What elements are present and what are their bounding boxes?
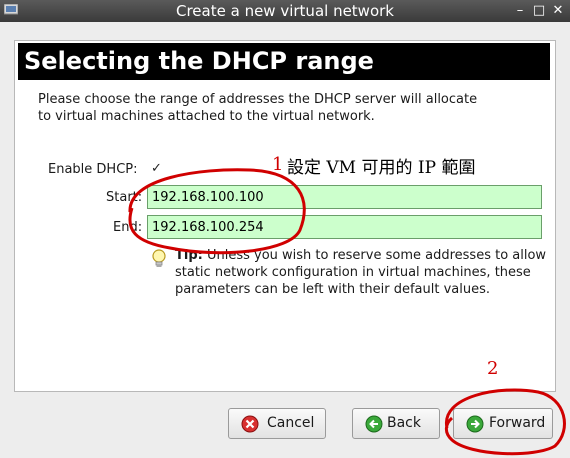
forward-arrow-icon: [466, 415, 484, 433]
close-button[interactable]: ✕: [550, 3, 566, 19]
forward-button[interactable]: Forward: [453, 408, 553, 439]
cancel-button[interactable]: Cancel: [228, 408, 326, 439]
back-arrow-icon: [365, 415, 383, 433]
cancel-label: Cancel: [267, 415, 315, 431]
window-title: Create a new virtual network: [176, 2, 394, 20]
tip-text: Tip: Unless you wish to reserve some add…: [175, 247, 555, 298]
title-bar[interactable]: Create a new virtual network – □ ✕: [0, 0, 570, 22]
annotation-number-1: 1: [272, 154, 284, 175]
annotation-text: 設定 VM 可用的 IP 範圍: [287, 158, 476, 178]
page-description: Please choose the range of addresses the…: [38, 92, 478, 124]
page-title: Selecting the DHCP range: [18, 43, 550, 80]
minimize-button[interactable]: –: [512, 3, 528, 19]
tip-body: Unless you wish to reserve some addresse…: [175, 248, 547, 297]
end-label: End:: [113, 220, 143, 235]
enable-dhcp-label: Enable DHCP:: [48, 162, 138, 177]
start-address-input[interactable]: [147, 185, 542, 209]
enable-dhcp-checkbox[interactable]: ✓: [151, 162, 165, 176]
maximize-button[interactable]: □: [531, 3, 547, 19]
back-button[interactable]: Back: [352, 408, 440, 439]
start-label: Start:: [106, 190, 143, 205]
end-address-input[interactable]: [147, 215, 542, 239]
dialog-window: Create a new virtual network – □ ✕ Selec…: [0, 0, 570, 458]
forward-label: Forward: [489, 415, 546, 431]
cancel-icon: [241, 415, 259, 433]
app-icon: [4, 4, 18, 15]
lightbulb-icon: [152, 249, 166, 267]
annotation-number-2: 2: [487, 358, 499, 379]
back-label: Back: [387, 415, 421, 431]
tip-label: Tip:: [175, 248, 203, 263]
